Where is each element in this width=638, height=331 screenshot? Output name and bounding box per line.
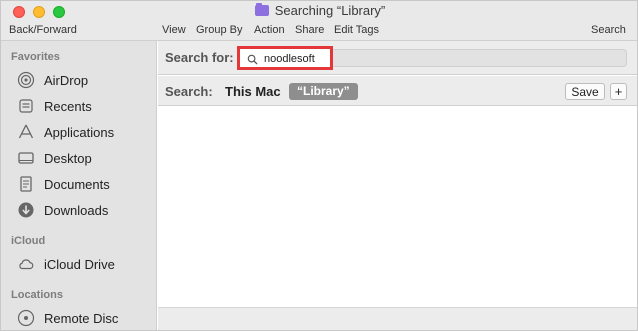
sidebar-item-label: Recents: [44, 98, 92, 114]
downloads-icon: [17, 201, 35, 219]
sidebar-item-icloud-drive[interactable]: iCloud Drive: [17, 253, 153, 275]
recents-icon: [17, 97, 35, 115]
window-title-text: Searching “Library”: [274, 3, 386, 18]
scope-library[interactable]: “Library”: [289, 83, 358, 100]
sidebar-item-label: Desktop: [44, 150, 92, 166]
search-for-label: Search for:: [165, 50, 234, 65]
add-criteria-button[interactable]: +: [610, 83, 627, 100]
scope-bar: Search: This Mac “Library” Save +: [158, 76, 637, 106]
search-button[interactable]: Search: [591, 24, 626, 36]
results-area[interactable]: [158, 107, 637, 306]
sidebar: Favorites AirDrop Recents Applications D…: [1, 41, 157, 330]
window-title: Searching “Library”: [1, 3, 637, 18]
sidebar-item-desktop[interactable]: Desktop: [17, 147, 153, 169]
search-query-text: noodlesoft: [264, 53, 315, 65]
edit-tags-button[interactable]: Edit Tags: [334, 24, 379, 36]
status-bar: [158, 307, 637, 330]
group-by-button[interactable]: Group By: [196, 24, 242, 36]
action-button[interactable]: Action: [254, 24, 285, 36]
view-button[interactable]: View: [162, 24, 186, 36]
scope-this-mac[interactable]: This Mac: [225, 84, 281, 99]
toolbar: Searching “Library” Back/Forward View Gr…: [1, 1, 637, 41]
sidebar-item-documents[interactable]: Documents: [17, 173, 153, 195]
share-button[interactable]: Share: [295, 24, 324, 36]
disc-icon: [17, 309, 35, 327]
scope-label: Search:: [165, 84, 213, 99]
sidebar-section-icloud: iCloud: [11, 235, 46, 247]
sidebar-item-label: Documents: [44, 176, 110, 192]
sidebar-item-applications[interactable]: Applications: [17, 121, 153, 143]
sidebar-item-label: Downloads: [44, 202, 109, 218]
smart-folder-icon: [254, 3, 269, 16]
sidebar-item-label: iCloud Drive: [44, 256, 115, 272]
search-input[interactable]: noodlesoft: [247, 52, 315, 66]
sidebar-item-label: AirDrop: [44, 72, 89, 88]
airdrop-icon: [17, 71, 35, 89]
documents-icon: [17, 175, 35, 193]
sidebar-section-favorites: Favorites: [11, 51, 60, 63]
sidebar-item-airdrop[interactable]: AirDrop: [17, 69, 153, 91]
sidebar-item-label: Remote Disc: [44, 310, 119, 326]
back-forward-button[interactable]: Back/Forward: [9, 24, 77, 36]
sidebar-item-recents[interactable]: Recents: [17, 95, 153, 117]
cloud-icon: [17, 255, 35, 273]
sidebar-section-locations: Locations: [11, 289, 63, 301]
finder-window: Searching “Library” Back/Forward View Gr…: [0, 0, 638, 331]
sidebar-item-downloads[interactable]: Downloads: [17, 199, 153, 221]
sidebar-item-remote-disc[interactable]: Remote Disc: [17, 307, 153, 329]
applications-icon: [17, 123, 35, 141]
save-button[interactable]: Save: [565, 83, 605, 100]
desktop-icon: [17, 149, 35, 167]
sidebar-item-label: Applications: [44, 124, 115, 140]
magnifier-icon: [247, 54, 258, 65]
